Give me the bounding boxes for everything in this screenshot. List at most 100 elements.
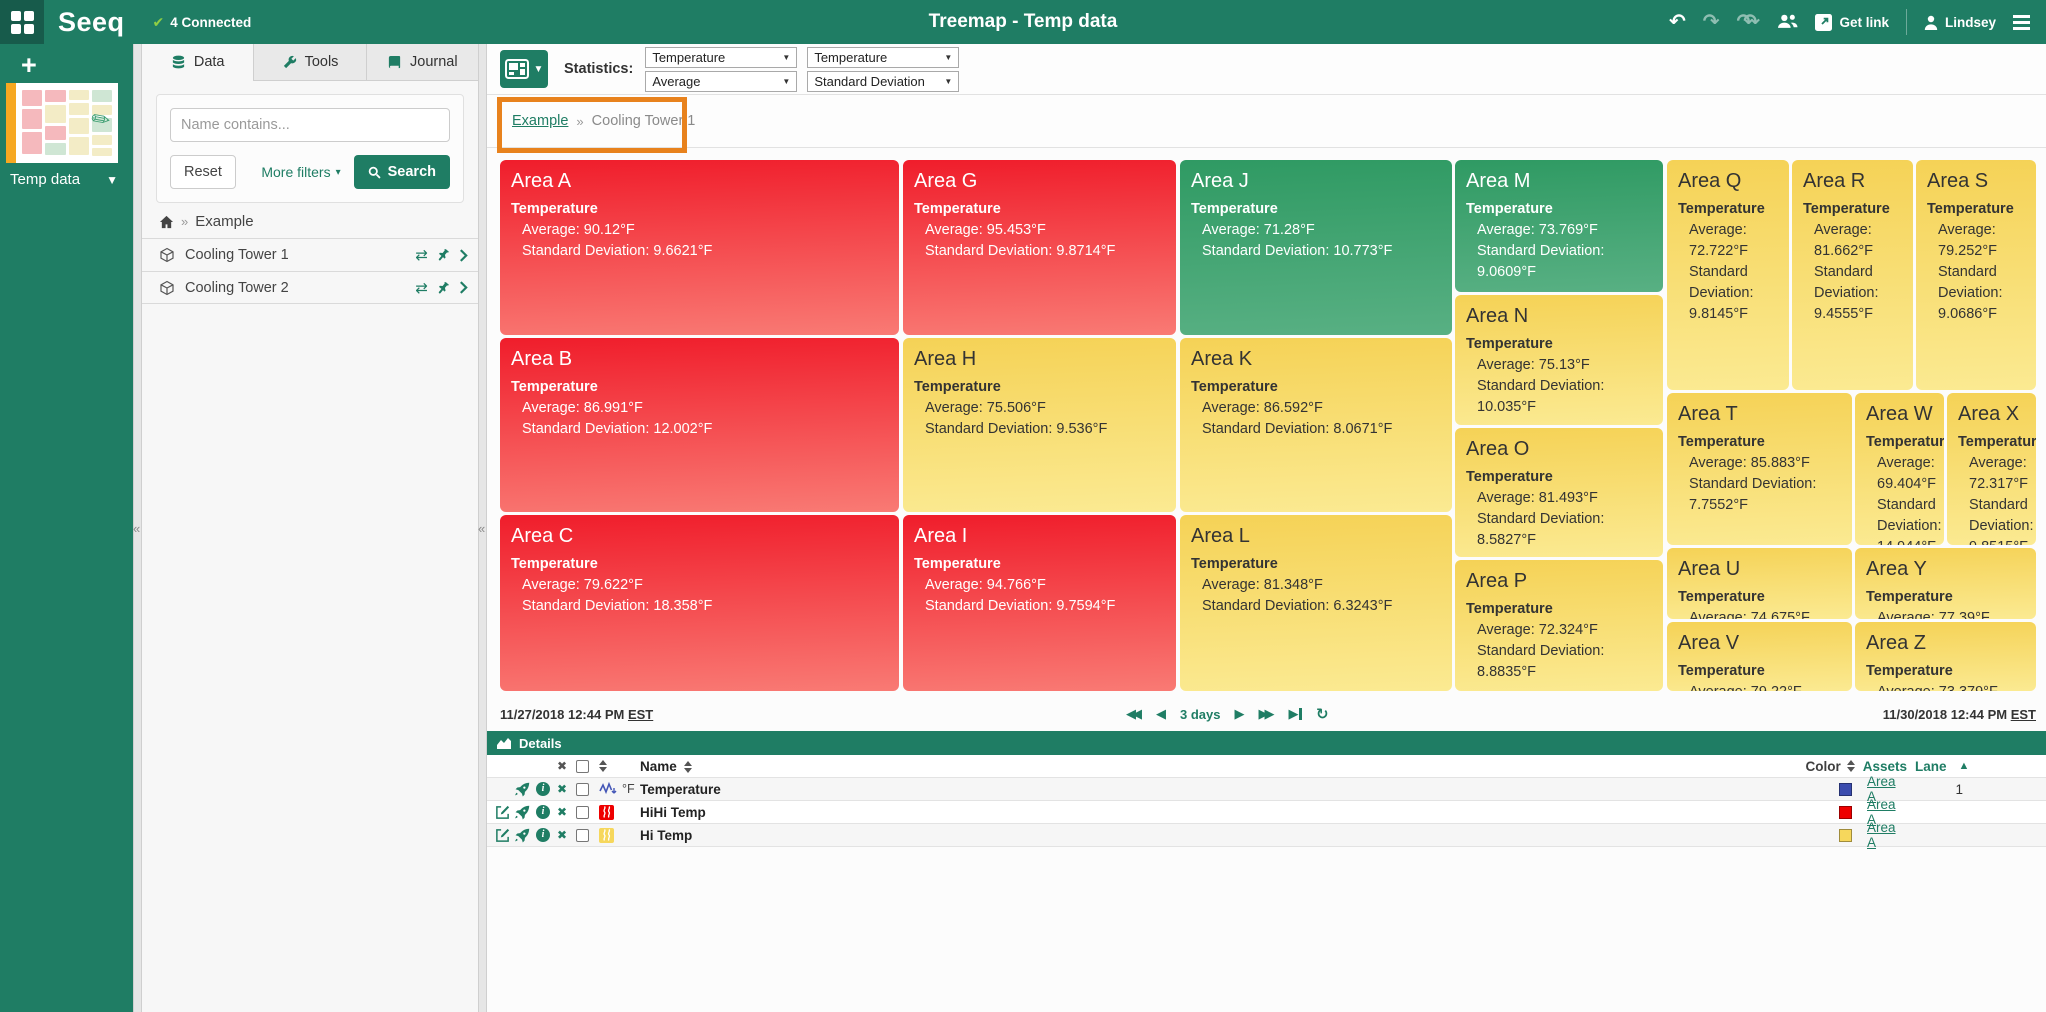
statistic-function-select-2[interactable]: Standard Deviation ▼ xyxy=(807,71,959,92)
treemap-tile-area-r[interactable]: Area RTemperatureAverage: 81.662°FStanda… xyxy=(1792,160,1913,390)
range-start[interactable]: 11/27/2018 12:44 PM EST xyxy=(500,707,653,722)
statistic-function-select-1[interactable]: Average ▼ xyxy=(645,71,797,92)
statistic-signal-select-2[interactable]: Temperature ▼ xyxy=(807,47,959,68)
go-to-now-icon[interactable]: ▶ xyxy=(1288,706,1302,722)
user-menu[interactable]: Lindsey xyxy=(1924,15,1996,30)
row-checkbox[interactable] xyxy=(576,806,589,819)
treemap-tile-area-c[interactable]: Area CTemperatureAverage: 79.622°FStanda… xyxy=(500,515,899,691)
asset-link[interactable]: Area A xyxy=(1867,820,1896,850)
users-icon[interactable] xyxy=(1777,13,1798,32)
treemap-tile-area-g[interactable]: Area GTemperatureAverage: 95.453°FStanda… xyxy=(903,160,1176,335)
treemap-tile-area-n[interactable]: Area NTemperatureAverage: 75.13°FStandar… xyxy=(1455,295,1663,425)
pan-back-fast-icon[interactable]: ◀◀ xyxy=(1126,706,1142,722)
treemap-tile-area-h[interactable]: Area HTemperatureAverage: 75.506°FStanda… xyxy=(903,338,1176,512)
details-panel-header[interactable]: Details xyxy=(487,731,2046,755)
redo-icon[interactable]: ↷ xyxy=(1703,12,1720,32)
treemap-tile-area-b[interactable]: Area BTemperatureAverage: 86.991°FStanda… xyxy=(500,338,899,512)
sort-icon[interactable] xyxy=(1847,760,1855,772)
tab-data[interactable]: Data xyxy=(142,44,254,80)
treemap-tile-area-p[interactable]: Area PTemperatureAverage: 72.324°FStanda… xyxy=(1455,560,1663,691)
remove-icon[interactable]: ✖ xyxy=(557,805,567,819)
timezone-link[interactable]: EST xyxy=(2011,707,2036,722)
hamburger-menu-icon[interactable] xyxy=(2013,15,2030,30)
tab-journal[interactable]: Journal xyxy=(367,44,478,80)
treemap-tile-area-j[interactable]: Area JTemperatureAverage: 71.28°FStandar… xyxy=(1180,160,1452,335)
info-icon[interactable]: i xyxy=(536,805,550,819)
refresh-icon[interactable]: ↻ xyxy=(1316,705,1329,723)
statistic-signal-select-1[interactable]: Temperature ▼ xyxy=(645,47,797,68)
treemap-tile-area-l[interactable]: Area LTemperatureAverage: 81.348°FStanda… xyxy=(1180,515,1452,691)
pan-forward-icon[interactable]: ▶ xyxy=(1234,706,1244,722)
row-checkbox[interactable] xyxy=(576,783,589,796)
asset-tree-root[interactable]: » Example xyxy=(159,213,478,230)
column-name[interactable]: Name xyxy=(640,759,1675,774)
get-link-button[interactable]: Get link xyxy=(1815,14,1889,31)
treemap-tile-area-a[interactable]: Area ATemperatureAverage: 90.12°FStandar… xyxy=(500,160,899,335)
reset-button[interactable]: Reset xyxy=(170,155,236,189)
duration-label[interactable]: 3 days xyxy=(1180,707,1220,722)
breadcrumb-example-link[interactable]: Example xyxy=(512,113,568,129)
treemap-tile-area-q[interactable]: Area QTemperatureAverage: 72.722°FStanda… xyxy=(1667,160,1789,390)
select-all-checkbox[interactable] xyxy=(576,760,589,773)
collapse-left-icon[interactable]: « xyxy=(133,521,140,536)
asset-item-cooling-tower-1[interactable]: Cooling Tower 1 ⇄ xyxy=(142,238,478,271)
swap-asset-icon[interactable]: ⇄ xyxy=(415,246,428,264)
edit-icon[interactable] xyxy=(495,805,510,820)
color-swatch[interactable] xyxy=(1839,783,1852,796)
treemap-tile-area-v[interactable]: Area VTemperatureAverage: 79.22°F xyxy=(1667,622,1852,691)
view-mode-button[interactable]: ▼ xyxy=(500,50,548,88)
details-table-header: ✖ Name Color Assets Lane ▲ xyxy=(487,755,2046,778)
worksheet-thumbnail[interactable]: ✎ xyxy=(6,83,118,163)
treemap-tile-area-i[interactable]: Area ITemperatureAverage: 94.766°FStanda… xyxy=(903,515,1176,691)
row-checkbox[interactable] xyxy=(576,829,589,842)
color-swatch[interactable] xyxy=(1839,806,1852,819)
app-switcher-button[interactable] xyxy=(0,0,44,44)
sort-icon[interactable] xyxy=(599,760,607,772)
treemap-tile-area-s[interactable]: Area STemperatureAverage: 79.252°FStanda… xyxy=(1916,160,2036,390)
info-icon[interactable]: i xyxy=(536,782,550,796)
info-icon[interactable]: i xyxy=(536,828,550,842)
edit-icon[interactable] xyxy=(495,828,510,843)
tile-title: Area G xyxy=(914,169,1165,194)
color-swatch[interactable] xyxy=(1839,829,1852,842)
chevron-down-icon[interactable]: ▼ xyxy=(106,173,118,187)
remove-icon[interactable]: ✖ xyxy=(557,828,567,842)
pan-back-icon[interactable]: ◀ xyxy=(1156,706,1166,722)
column-color[interactable]: Color xyxy=(1675,759,1855,774)
treemap-tile-area-y[interactable]: Area YTemperatureAverage: 77.39°F xyxy=(1855,548,2036,619)
treemap-tile-area-x[interactable]: Area XTemperatureAverage: 72.317°FStanda… xyxy=(1947,393,2036,545)
tile-title: Area M xyxy=(1466,169,1652,194)
treemap-tile-area-t[interactable]: Area TTemperatureAverage: 85.883°FStanda… xyxy=(1667,393,1852,545)
connection-status[interactable]: ✔ 4 Connected xyxy=(153,14,252,31)
data-panel-collapse-strip[interactable]: « xyxy=(478,44,487,1012)
collapse-left-icon[interactable]: « xyxy=(478,521,485,536)
new-worksheet-button[interactable]: + xyxy=(21,52,133,79)
remove-icon[interactable]: ✖ xyxy=(557,782,567,796)
undo-icon[interactable]: ↶ xyxy=(1669,12,1686,32)
treemap-tile-area-w[interactable]: Area WTemperatureAverage: 69.404°FStanda… xyxy=(1855,393,1944,545)
treemap-tile-area-u[interactable]: Area UTemperatureAverage: 74.675°F xyxy=(1667,548,1852,619)
rocket-icon[interactable] xyxy=(515,805,530,820)
remove-all-icon[interactable]: ✖ xyxy=(557,759,567,773)
redo-all-icon[interactable]: ↷↷ xyxy=(1736,12,1760,32)
search-input[interactable] xyxy=(170,108,450,142)
treemap-tile-area-o[interactable]: Area OTemperatureAverage: 81.493°FStanda… xyxy=(1455,428,1663,557)
treemap-tile-area-k[interactable]: Area KTemperatureAverage: 86.592°FStanda… xyxy=(1180,338,1452,512)
swap-asset-icon[interactable]: ⇄ xyxy=(415,279,428,297)
treemap-tile-area-z[interactable]: Area ZTemperatureAverage: 73.379°F xyxy=(1855,622,2036,691)
treemap-tile-area-m[interactable]: Area MTemperatureAverage: 73.769°FStanda… xyxy=(1455,160,1663,292)
timezone-link[interactable]: EST xyxy=(628,707,653,722)
asset-item-cooling-tower-2[interactable]: Cooling Tower 2 ⇄ xyxy=(142,271,478,304)
pan-forward-fast-icon[interactable]: ▶▶ xyxy=(1258,706,1274,722)
rocket-icon[interactable] xyxy=(515,782,530,797)
column-assets[interactable]: Assets xyxy=(1855,759,1907,774)
more-filters-link[interactable]: More filters ▾ xyxy=(261,164,340,180)
search-button[interactable]: Search xyxy=(354,155,450,189)
rocket-icon[interactable] xyxy=(515,828,530,843)
column-lane[interactable]: Lane ▲ xyxy=(1907,759,1977,774)
range-end[interactable]: 11/30/2018 12:44 PM EST xyxy=(1883,707,2036,722)
sidebar-collapse-strip[interactable]: « xyxy=(133,44,142,1012)
database-icon xyxy=(171,55,186,70)
sort-icon[interactable] xyxy=(684,761,692,773)
tab-tools[interactable]: Tools xyxy=(254,44,366,80)
